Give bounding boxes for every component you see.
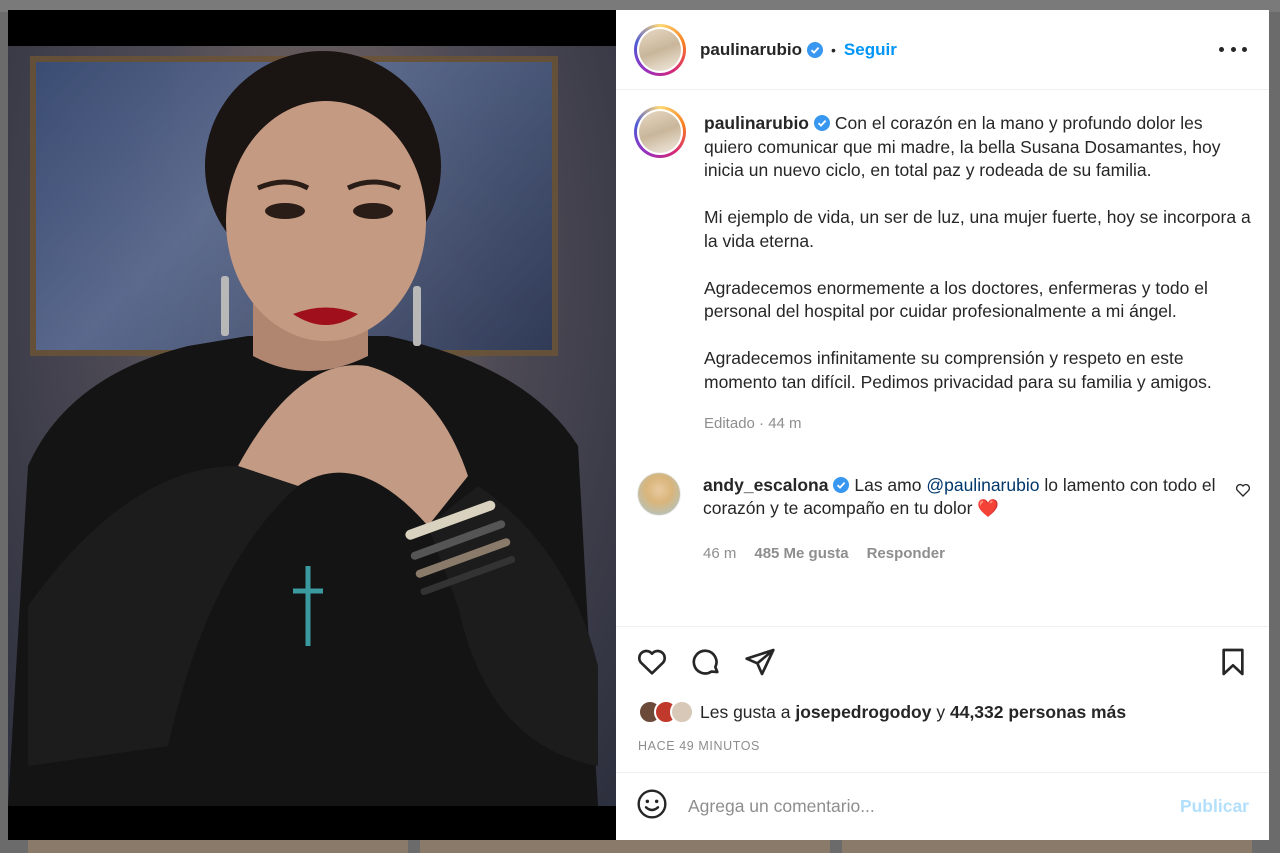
post-photo	[8, 46, 616, 806]
author-username[interactable]: paulinarubio	[700, 40, 802, 60]
caption-username[interactable]: paulinarubio	[704, 113, 809, 133]
caption: paulinarubio Con el corazón en la mano y…	[634, 106, 1251, 436]
post-side-panel: paulinarubio • Seguir paulinarubio Con e…	[616, 10, 1269, 840]
verified-badge-icon	[833, 476, 850, 493]
verified-badge-icon	[807, 41, 823, 58]
background-thumbnail	[28, 840, 408, 853]
comment-text-before: Las amo	[854, 474, 927, 495]
caption-avatar[interactable]	[634, 106, 686, 158]
follow-button[interactable]: Seguir	[844, 40, 897, 60]
background-thumbnail	[842, 840, 1252, 853]
post-header: paulinarubio • Seguir	[616, 10, 1269, 90]
liker-avatars[interactable]	[638, 700, 694, 724]
comment-item: andy_escalona Las amo @paulinarubio lo l…	[634, 468, 1251, 566]
commenter-avatar[interactable]	[637, 471, 681, 516]
verified-badge-icon	[814, 115, 830, 131]
likes-middle: y	[936, 701, 946, 722]
caption-paragraph-2: Mi ejemplo de vida, un ser de luz, una m…	[704, 207, 1251, 251]
reply-button[interactable]: Responder	[867, 542, 945, 566]
publish-button[interactable]: Publicar	[1180, 796, 1249, 817]
caption-paragraph-3: Agradecemos enormemente a los doctores, …	[704, 277, 1208, 322]
comment-like-heart-icon[interactable]	[1235, 482, 1251, 498]
likes-user[interactable]: josepedrogodoy	[795, 702, 931, 723]
comment-time[interactable]: 46 m	[703, 542, 736, 566]
likes-prefix: Les gusta a	[700, 701, 791, 722]
add-comment-input[interactable]	[688, 796, 1180, 817]
comments-section[interactable]: paulinarubio Con el corazón en la mano y…	[616, 90, 1269, 627]
like-heart-icon[interactable]	[636, 646, 668, 678]
post-modal: paulinarubio • Seguir paulinarubio Con e…	[8, 10, 1269, 840]
action-bar	[616, 627, 1269, 697]
liker-avatar	[670, 700, 694, 724]
portrait-illustration	[8, 51, 598, 806]
caption-paragraph-4: Agradecemos infinitamente su comprensión…	[704, 348, 1212, 392]
likes-others[interactable]: 44,332 personas más	[950, 702, 1126, 723]
comment-meta: 46 m 485 Me gusta Responder	[703, 542, 1223, 566]
author-avatar[interactable]	[634, 23, 686, 76]
comment-mention[interactable]: @paulinarubio	[926, 475, 1039, 495]
post-media[interactable]	[8, 10, 616, 840]
comment-text: andy_escalona Las amo @paulinarubio lo l…	[703, 474, 1223, 521]
share-paper-plane-icon[interactable]	[744, 646, 776, 678]
background-thumbnail	[420, 840, 830, 853]
add-comment-bar: Publicar	[616, 772, 1269, 840]
save-bookmark-icon[interactable]	[1217, 646, 1249, 678]
comment-bubble-icon[interactable]	[690, 646, 722, 678]
likes-summary: Les gusta a josepedrogodoy y 44,332 pers…	[616, 697, 1269, 727]
commenter-username[interactable]: andy_escalona	[703, 475, 828, 495]
header-separator: •	[831, 41, 836, 58]
caption-paragraph-1: paulinarubio Con el corazón en la mano y…	[704, 112, 1251, 183]
emoji-icon[interactable]	[636, 788, 668, 825]
caption-meta: Editado · 44 m	[704, 415, 802, 432]
post-timestamp[interactable]: HACE 49 MINUTOS	[616, 727, 1269, 767]
more-options-icon[interactable]	[1219, 40, 1247, 60]
comment-likes[interactable]: 485 Me gusta	[754, 542, 848, 566]
